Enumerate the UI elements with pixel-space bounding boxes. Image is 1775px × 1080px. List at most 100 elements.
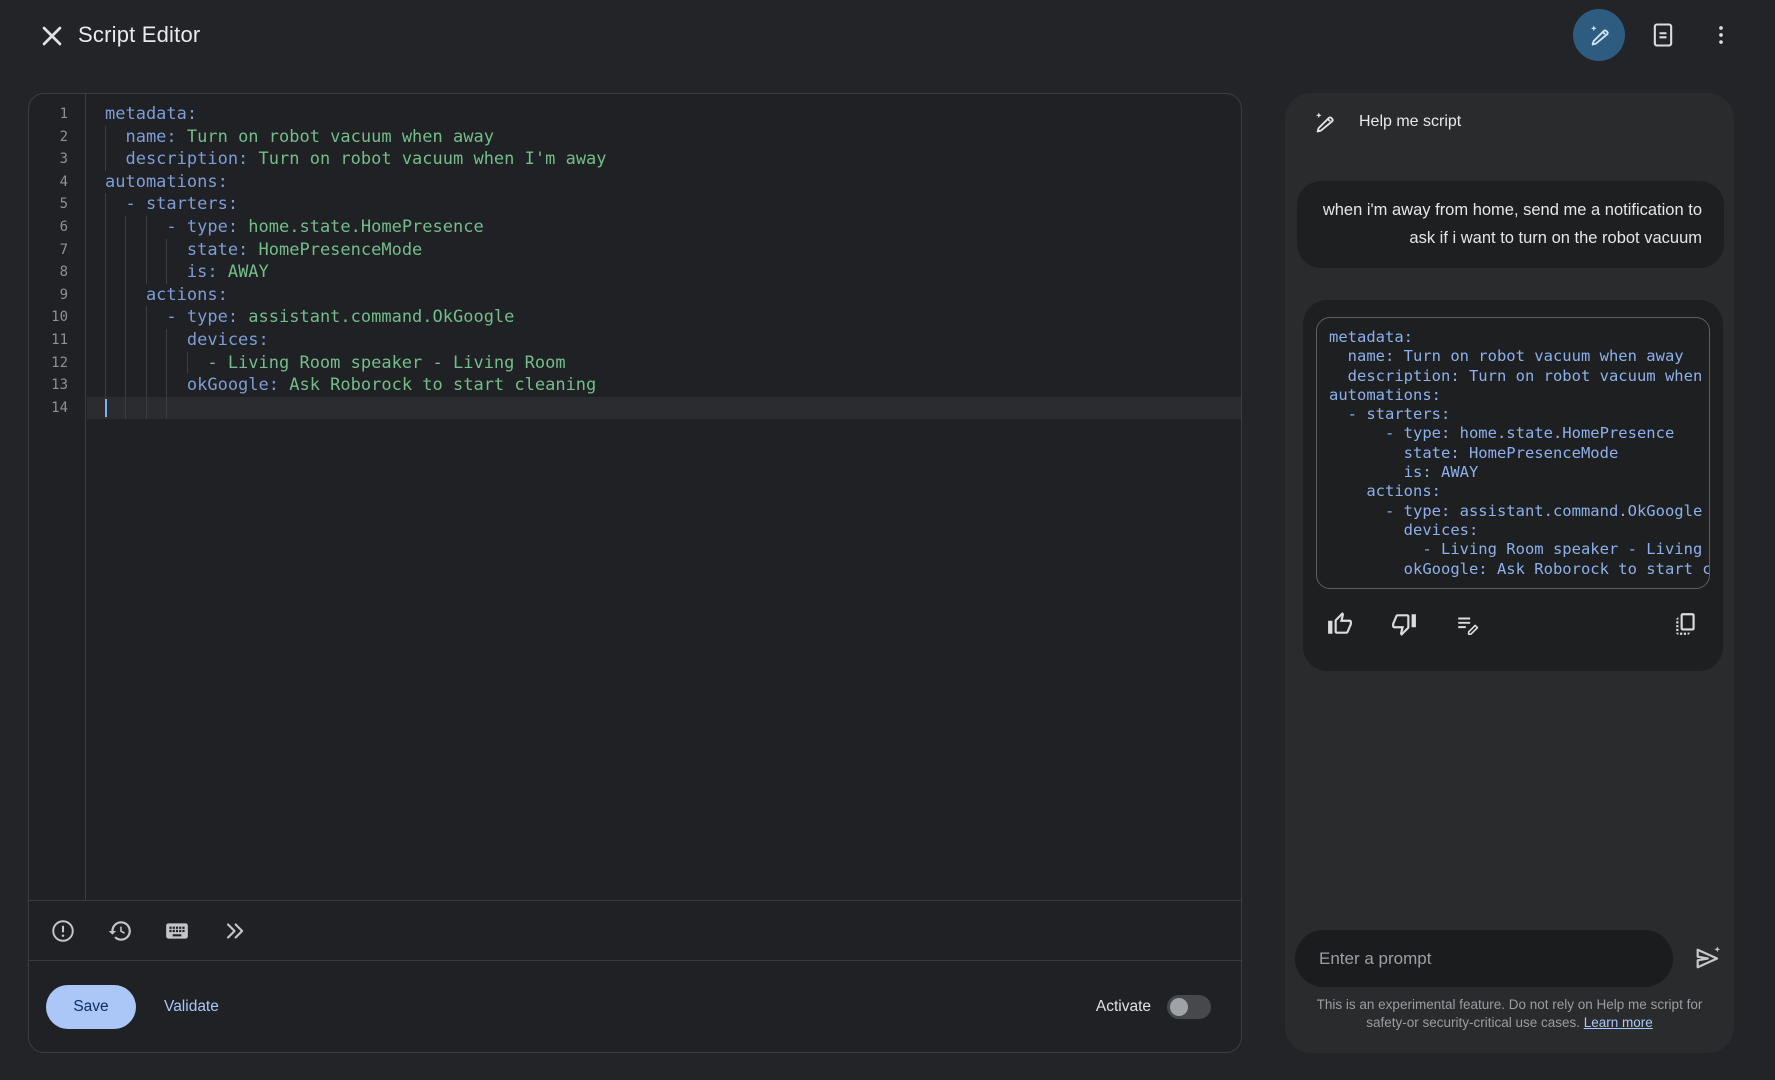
line-number: 9 — [29, 284, 85, 307]
double-chevron-icon[interactable] — [221, 918, 247, 944]
thumb-down-icon[interactable] — [1391, 611, 1417, 637]
activate-label: Activate — [1096, 998, 1151, 1016]
code-line[interactable]: - type: assistant.command.OkGoogle — [87, 306, 1241, 329]
response-code-line: description: Turn on robot vacuum when I… — [1329, 367, 1709, 386]
code-value: Ask Roborock to start cleaning — [279, 375, 596, 395]
indent-guide — [125, 374, 126, 397]
line-number-gutter: 1234567891011121314 — [29, 94, 86, 900]
indent-guide — [146, 397, 147, 420]
indent-guide — [166, 397, 167, 420]
indent-guide — [146, 352, 147, 375]
code-line[interactable]: - starters: — [87, 193, 1241, 216]
thumb-up-icon[interactable] — [1327, 611, 1353, 637]
code-key: name: — [105, 127, 177, 147]
response-code-line: is: AWAY — [1329, 463, 1709, 482]
history-icon[interactable] — [107, 918, 133, 944]
indent-guide — [187, 352, 188, 375]
indent-guide — [146, 261, 147, 284]
indent-guide — [105, 239, 106, 262]
response-actions — [1327, 604, 1699, 644]
help-me-script-button[interactable] — [1573, 9, 1625, 61]
code-value: Turn on robot vacuum when away — [177, 127, 494, 147]
editor-action-bar: Save Validate Activate — [29, 961, 1241, 1052]
sparkle — [1591, 25, 1597, 31]
code-line[interactable]: metadata: — [87, 103, 1241, 126]
indent-guide — [125, 397, 126, 420]
response-code-line: devices: — [1329, 521, 1709, 540]
assistant-response-card: metadata: name: Turn on robot vacuum whe… — [1303, 300, 1723, 671]
indent-guide — [166, 261, 167, 284]
code-key: metadata: — [105, 104, 197, 124]
indent-guide — [146, 329, 147, 352]
code-value: Turn on robot vacuum when I'm away — [248, 149, 606, 169]
code-lines[interactable]: metadata: name: Turn on robot vacuum whe… — [87, 94, 1241, 900]
code-line[interactable]: state: HomePresenceMode — [87, 239, 1241, 262]
magic-pen-icon — [1311, 109, 1337, 135]
line-number: 11 — [29, 329, 85, 352]
code-line[interactable]: - type: home.state.HomePresence — [87, 216, 1241, 239]
code-line[interactable]: automations: — [87, 171, 1241, 194]
indent-guide — [146, 216, 147, 239]
code-line[interactable] — [87, 397, 1241, 420]
code-key: devices: — [105, 330, 269, 350]
line-number: 6 — [29, 216, 85, 239]
code-value: HomePresenceMode — [248, 240, 422, 260]
keyboard-icon[interactable] — [164, 918, 190, 944]
code-line[interactable]: is: AWAY — [87, 261, 1241, 284]
code-line[interactable]: description: Turn on robot vacuum when I… — [87, 148, 1241, 171]
code-key: state: — [105, 240, 248, 260]
edit-note-icon[interactable] — [1455, 611, 1481, 637]
line-number: 5 — [29, 193, 85, 216]
code-line[interactable]: - Living Room speaker - Living Room — [87, 352, 1241, 375]
code-key: description: — [105, 149, 248, 169]
code-line[interactable]: actions: — [87, 284, 1241, 307]
indent-guide — [105, 284, 106, 307]
assistant-header: Help me script — [1311, 109, 1461, 135]
code-line[interactable]: devices: — [87, 329, 1241, 352]
code-line[interactable]: okGoogle: Ask Roborock to start cleaning — [87, 374, 1241, 397]
user-message-text: when i'm away from home, send me a notif… — [1319, 197, 1702, 252]
assistant-title: Help me script — [1359, 113, 1461, 131]
kebab-menu-icon[interactable] — [1701, 15, 1741, 55]
line-number: 7 — [29, 239, 85, 262]
help-me-script-panel: Help me script when i'm away from home, … — [1285, 93, 1734, 1053]
validate-button[interactable]: Validate — [164, 998, 219, 1016]
code-value: AWAY — [218, 262, 269, 282]
code-line[interactable]: name: Turn on robot vacuum when away — [87, 126, 1241, 149]
line-number: 4 — [29, 171, 85, 194]
code-value: - Living Room speaker - Living Room — [105, 353, 566, 373]
indent-guide — [105, 148, 106, 171]
code-key: automations: — [105, 172, 228, 192]
response-code-line: state: HomePresenceMode — [1329, 444, 1709, 463]
response-code-line: okGoogle: Ask Roborock to start cleaning — [1329, 560, 1709, 579]
header-actions — [1573, 9, 1741, 61]
response-code-line: - type: assistant.command.OkGoogle — [1329, 502, 1709, 521]
learn-more-link[interactable]: Learn more — [1584, 1015, 1653, 1030]
save-button[interactable]: Save — [46, 985, 136, 1029]
indent-guide — [105, 216, 106, 239]
indent-guide — [146, 239, 147, 262]
indent-guide — [105, 261, 106, 284]
indent-guide — [125, 329, 126, 352]
line-number: 10 — [29, 306, 85, 329]
code-key: actions: — [105, 285, 228, 305]
response-code-line: automations: — [1329, 386, 1709, 405]
indent-guide — [125, 284, 126, 307]
indent-guide — [105, 352, 106, 375]
close-icon[interactable] — [36, 20, 68, 52]
line-number: 8 — [29, 261, 85, 284]
editor-toolbar — [29, 901, 1241, 960]
send-icon[interactable] — [1692, 943, 1723, 974]
code-editor[interactable]: 1234567891011121314 metadata: name: Turn… — [29, 94, 1241, 900]
activate-toggle[interactable] — [1167, 995, 1211, 1019]
response-code-block: metadata: name: Turn on robot vacuum whe… — [1316, 317, 1710, 589]
line-number: 12 — [29, 352, 85, 375]
line-number: 1 — [29, 103, 85, 126]
error-icon[interactable] — [50, 918, 76, 944]
document-icon[interactable] — [1643, 15, 1683, 55]
copy-icon[interactable] — [1673, 611, 1699, 637]
indent-guide — [105, 193, 106, 216]
prompt-input[interactable] — [1295, 930, 1673, 987]
indent-guide — [166, 329, 167, 352]
code-value: assistant.command.OkGoogle — [238, 307, 514, 327]
